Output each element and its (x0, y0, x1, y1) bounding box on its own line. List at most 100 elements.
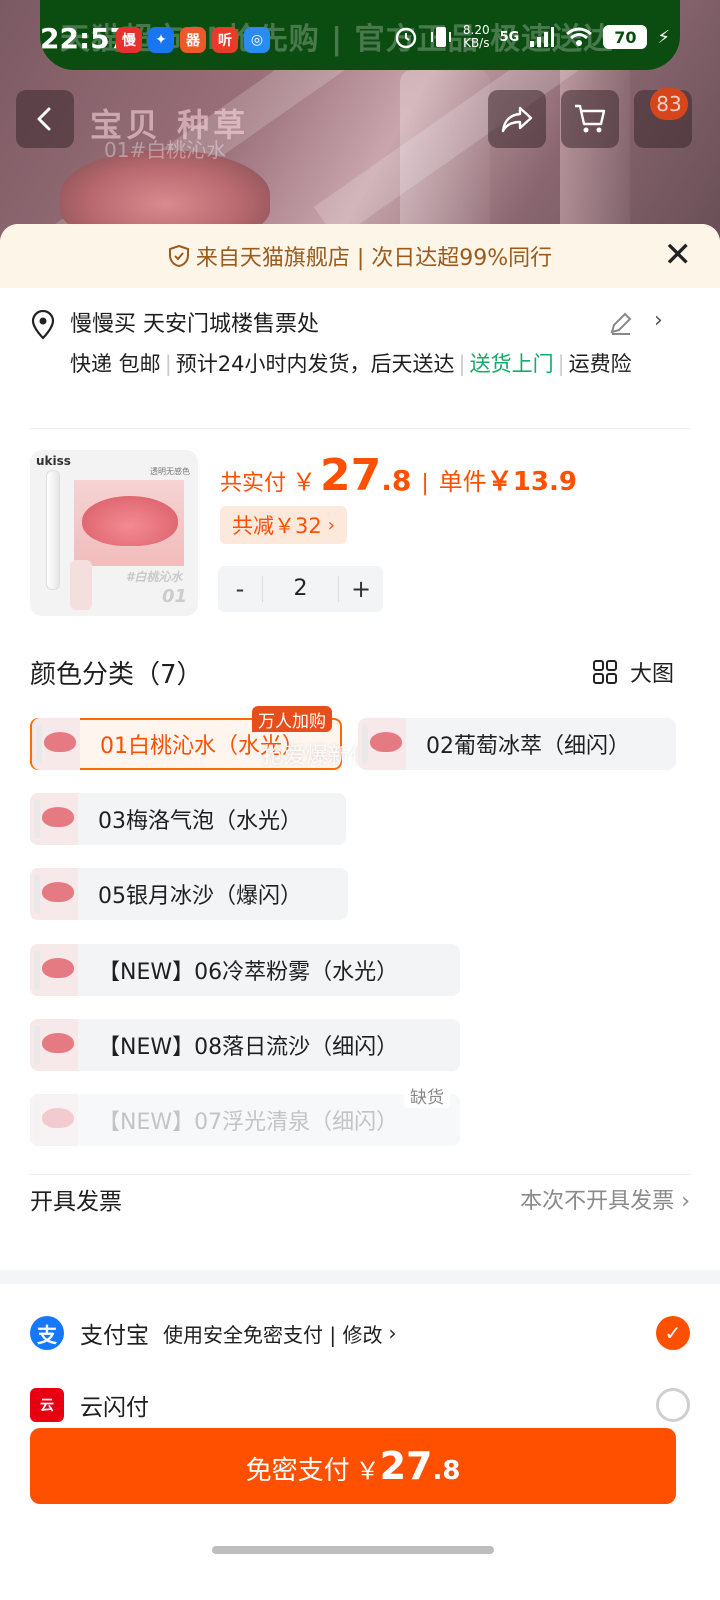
chevron-right-icon[interactable]: › (654, 308, 663, 333)
radio-checked-icon[interactable]: ✓ (656, 1316, 690, 1350)
edit-icon[interactable] (608, 310, 634, 336)
cart-icon (575, 104, 606, 133)
grid-icon (593, 660, 617, 684)
unionpay-icon: 云 (30, 1388, 64, 1422)
home-indicator[interactable] (212, 1546, 494, 1554)
close-icon[interactable]: ✕ (664, 238, 693, 272)
color-option-out-of-stock: 【NEW】07浮光清泉（细闪） (30, 1094, 460, 1146)
payment-method-alipay[interactable]: 支 支付宝 使用安全免密支付 | 修改 › ✓ (30, 1316, 690, 1350)
delivery-estimate: 预计24小时内发货，后天送达 (175, 352, 455, 376)
delivery-method: 快递 包邮 (70, 352, 161, 376)
share-icon (501, 106, 533, 133)
share-button[interactable] (488, 90, 546, 148)
store-banner: 来自天猫旗舰店 | 次日达超99%同行 ✕ (0, 224, 720, 288)
signal-icon (530, 27, 555, 47)
increase-button[interactable]: + (339, 575, 383, 603)
shipping-info: 快递 包邮 | 预计24小时内发货，后天送达 | 送货上门 | 运费险 (70, 352, 632, 376)
store-banner-text: 来自天猫旗舰店 | 次日达超99%同行 (195, 246, 553, 271)
shipping-insurance: 运费险 (568, 352, 632, 376)
door-delivery-tag: 送货上门 (469, 352, 554, 376)
alipay-icon: 支 (30, 1316, 64, 1350)
quantity-value[interactable]: 2 (262, 576, 339, 602)
pay-button[interactable]: 免密支付 ￥ 27 .8 (30, 1428, 676, 1504)
color-option[interactable]: 【NEW】08落日流沙（细闪） (30, 1019, 460, 1071)
pay-button-currency: ￥ (355, 1457, 380, 1485)
option-label: 【NEW】07浮光清泉（细闪） (98, 1110, 399, 1135)
app-notification-icon: 听 (212, 27, 238, 53)
decrease-button[interactable]: - (218, 575, 262, 603)
chevron-right-icon: › (681, 1189, 690, 1214)
invoice-row[interactable]: 开具发票 本次不开具发票 › (30, 1182, 690, 1216)
option-label: 03梅洛气泡（水光） (98, 809, 302, 834)
option-label: 【NEW】06冷萃粉雾（水光） (98, 960, 399, 985)
product-image-caption: 透明无感色 (150, 467, 190, 476)
product-thumbnail[interactable]: ukiss 透明无感色 #白桃沁水 01 (30, 450, 198, 616)
battery-indicator: 70 (603, 25, 648, 49)
pay-button-amount: 27 (379, 1444, 433, 1488)
app-notification-icon: ◎ (244, 27, 270, 53)
option-thumbnail (30, 944, 78, 996)
network-speed-unit: KB/s (463, 36, 490, 50)
payment-name: 云闪付 (80, 1395, 149, 1421)
divider (30, 428, 690, 429)
app-notification-icon: ✦ (148, 27, 174, 53)
savings-text: 共减￥32 (232, 514, 322, 538)
payment-desc[interactable]: 使用安全免密支付 | 修改 (163, 1319, 382, 1348)
option-label: 05银月冰沙（爆闪） (98, 884, 302, 909)
option-thumbnail (30, 1019, 78, 1071)
chevron-left-icon (37, 107, 51, 131)
big-view-button[interactable]: 大图 (592, 656, 674, 688)
currency-symbol: ￥ (292, 468, 317, 496)
product-image-code: 01 (162, 586, 188, 607)
big-view-label: 大图 (630, 662, 675, 687)
option-thumbnail (32, 718, 80, 770)
option-thumbnail (30, 793, 78, 845)
color-option[interactable]: 【NEW】06冷萃粉雾（水光） (30, 944, 460, 996)
app-notification-icon: 器 (180, 27, 206, 53)
promo-overlay-text: 抢爱爆新低 (262, 744, 373, 769)
price-integer: 27 (320, 450, 382, 501)
section-separator (0, 1270, 720, 1284)
wifi-icon (566, 27, 593, 46)
product-image-label: #白桃沁水 (126, 570, 183, 584)
savings-tag[interactable]: 共减￥32 › (220, 506, 347, 544)
charging-icon: ⚡ (657, 26, 670, 48)
cart-button[interactable] (561, 90, 619, 148)
cart-count-badge: 83 (650, 88, 688, 120)
alarm-icon (395, 27, 417, 49)
status-bar: 22:57 慢 ✦ 器 听 ◎ 8.20 KB/s 5G 70 ⚡ (0, 0, 720, 80)
pay-button-label: 免密支付 (245, 1456, 350, 1486)
unit-price: ￥13.9 (486, 467, 577, 497)
total-label: 共实付 (220, 471, 287, 496)
product-brand: ukiss (36, 454, 71, 468)
price-summary: 共实付 ￥ 27 .8 | 单件 ￥13.9 (220, 450, 577, 501)
color-option[interactable]: 03梅洛气泡（水光） (30, 793, 346, 845)
back-button[interactable] (16, 90, 74, 148)
option-label: 【NEW】08落日流沙（细闪） (98, 1035, 399, 1060)
out-of-stock-tag: 缺货 (404, 1082, 450, 1108)
unit-label: 单件 (438, 468, 487, 496)
quantity-stepper[interactable]: - 2 + (218, 566, 383, 612)
pay-button-amount-decimal: .8 (432, 1456, 461, 1486)
hot-tag: 万人加购 (252, 706, 332, 732)
invoice-label: 开具发票 (30, 1189, 122, 1215)
option-label: 02葡萄冰萃（细闪） (426, 734, 630, 759)
vibrate-icon (430, 27, 451, 47)
hero-caption: 01#白桃沁水 (104, 138, 227, 162)
address-name: 慢慢买 天安门城楼售票处 (70, 312, 319, 337)
chevron-right-icon: › (388, 1321, 397, 1345)
purchase-sheet: 来自天猫旗舰店 | 次日达超99%同行 ✕ 慢慢买 天安门城楼售票处 › 快递 … (0, 224, 720, 1600)
divider (30, 1174, 690, 1175)
color-option[interactable]: 02葡萄冰萃（细闪） (358, 718, 676, 770)
radio-unchecked-icon[interactable] (656, 1388, 690, 1422)
color-section-title: 颜色分类（7） (30, 660, 203, 690)
invoice-value: 本次不开具发票 (520, 1189, 675, 1214)
price-decimal: .8 (381, 464, 412, 497)
color-option[interactable]: 05银月冰沙（爆闪） (30, 868, 348, 920)
network-type: 5G (499, 29, 520, 45)
chevron-right-icon: › (327, 514, 335, 536)
option-thumbnail (358, 718, 406, 770)
payment-method-unionpay[interactable]: 云 云闪付 (30, 1388, 690, 1422)
location-pin-icon (31, 310, 55, 340)
app-notification-icon: 慢 (116, 27, 142, 53)
